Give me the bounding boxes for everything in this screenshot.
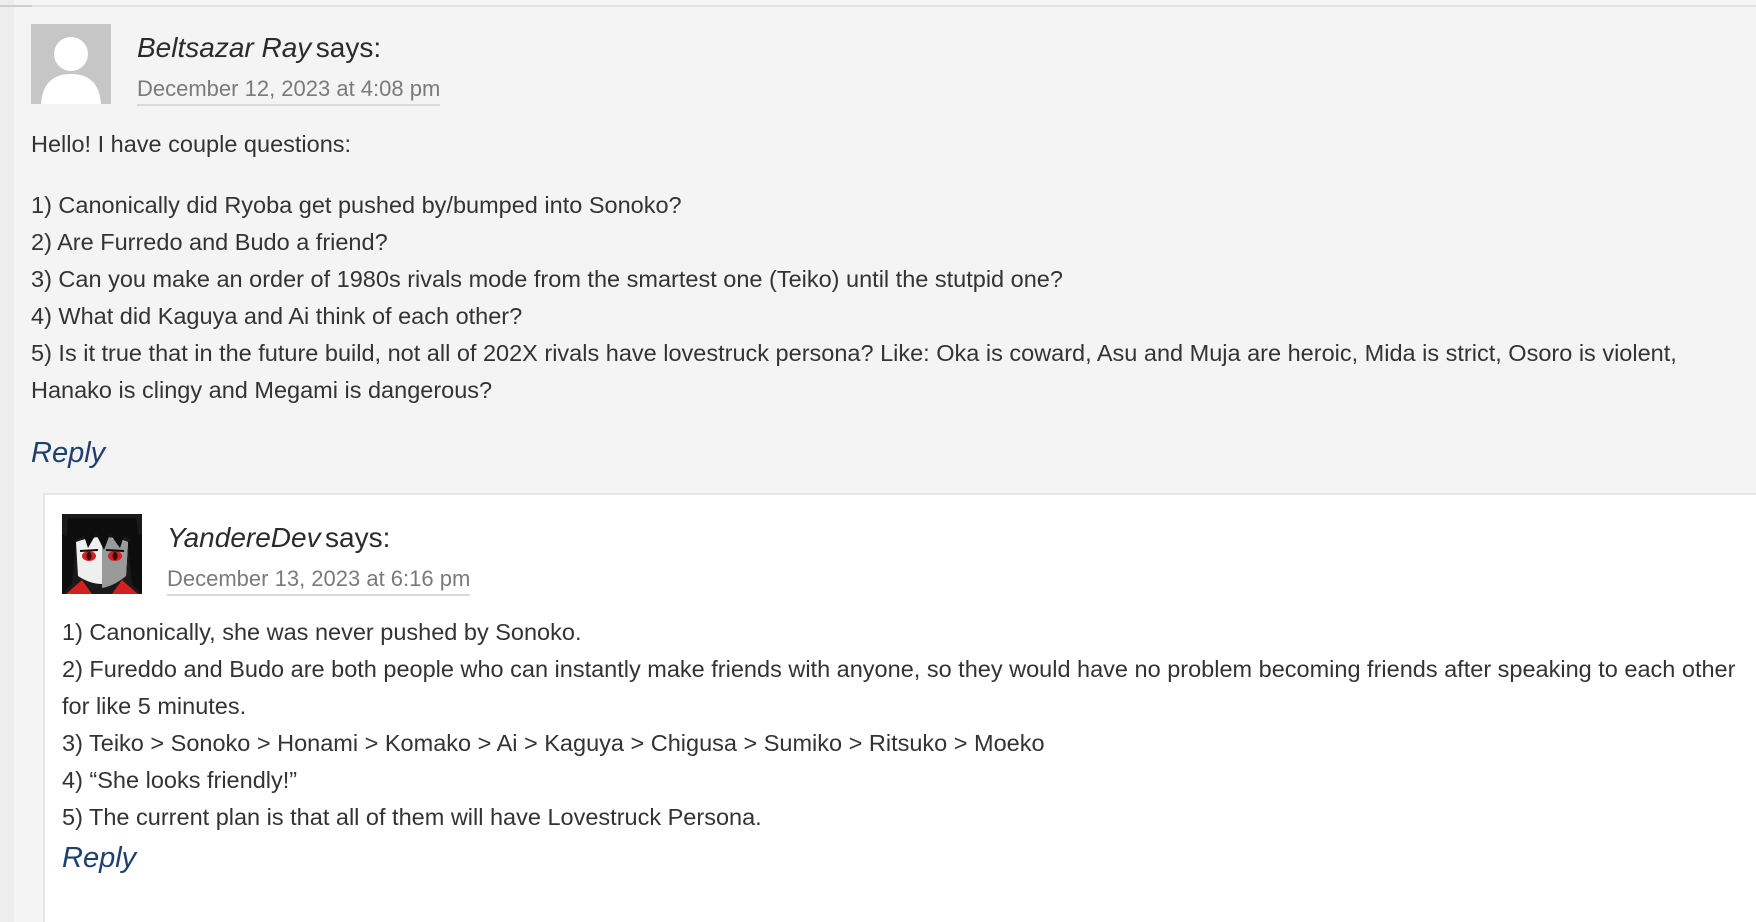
top-divider-accent — [0, 0, 32, 7]
avatar[interactable] — [62, 514, 142, 594]
comment-author: YandereDev says: — [167, 520, 390, 556]
comment-line: 5) Is it true that in the future build, … — [31, 340, 1677, 403]
comment-line: 3) Teiko > Sonoko > Honami > Komako > Ai… — [62, 730, 1045, 756]
thread-indent-rail — [0, 0, 14, 922]
comment-line: Hello! I have couple questions: — [31, 131, 352, 157]
author-name[interactable]: YandereDev — [167, 522, 321, 553]
comment-line: 1) Canonically, she was never pushed by … — [62, 619, 582, 645]
comment-date-link[interactable]: December 13, 2023 at 6:16 pm — [167, 565, 471, 596]
anime-character-portrait-icon — [62, 514, 142, 594]
comment-line: 2) Fureddo and Budo are both people who … — [62, 656, 1736, 719]
comment-date-link[interactable]: December 12, 2023 at 4:08 pm — [137, 75, 441, 106]
comment-line: 1) Canonically did Ryoba get pushed by/b… — [31, 192, 682, 218]
comment-line: 4) What did Kaguya and Ai think of each … — [31, 303, 523, 329]
comments-page: Beltsazar Ray says: December 12, 2023 at… — [0, 0, 1756, 922]
says-label: says: — [315, 32, 382, 63]
reply-button[interactable]: Reply — [31, 435, 105, 471]
top-divider — [0, 0, 1756, 7]
avatar[interactable] — [31, 24, 111, 104]
reply-button[interactable]: Reply — [62, 840, 136, 876]
author-name[interactable]: Beltsazar Ray — [137, 32, 311, 63]
comment-body: 1) Canonically, she was never pushed by … — [62, 614, 1742, 836]
comment-line: 5) The current plan is that all of them … — [62, 804, 762, 830]
says-label: says: — [325, 522, 391, 553]
comment-body: Hello! I have couple questions: 1) Canon… — [31, 126, 1711, 409]
comment-line: 3) Can you make an order of 1980s rivals… — [31, 266, 1063, 292]
comment-line: 4) “She looks friendly!” — [62, 767, 298, 793]
user-silhouette-icon — [31, 24, 111, 104]
comment-author: Beltsazar Ray says: — [137, 30, 381, 66]
comment-line: 2) Are Furredo and Budo a friend? — [31, 229, 388, 255]
comment-yanderedev: YandereDev says: December 13, 2023 at 6:… — [43, 493, 1756, 922]
